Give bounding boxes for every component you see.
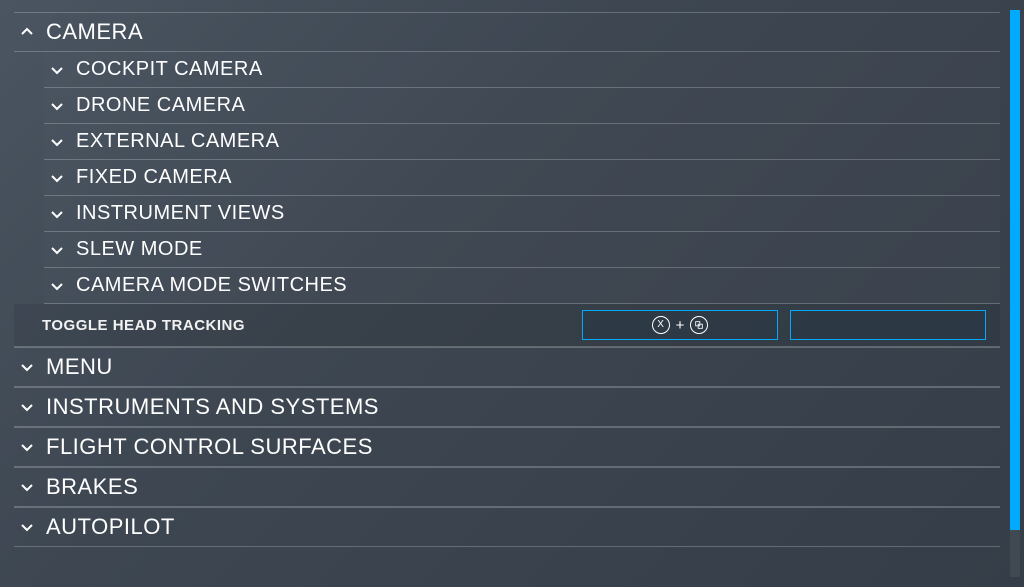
chevron-down-icon: [50, 207, 68, 221]
binding-slots: X +: [582, 310, 986, 340]
section-flight-control: FLIGHT CONTROL SURFACES: [14, 427, 1000, 467]
chevron-down-icon: [20, 440, 38, 454]
section-label: AUTOPILOT: [46, 514, 175, 540]
section-instruments: INSTRUMENTS AND SYSTEMS: [14, 387, 1000, 427]
chevron-down-icon: [50, 243, 68, 257]
section-label: FLIGHT CONTROL SURFACES: [46, 434, 373, 460]
section-label: BRAKES: [46, 474, 138, 500]
sub-label: SLEW MODE: [76, 238, 203, 261]
sub-header-cockpit-camera[interactable]: COCKPIT CAMERA: [44, 52, 1000, 88]
section-header-menu[interactable]: MENU: [14, 348, 1000, 387]
camera-subsections: COCKPIT CAMERA DRONE CAMERA EXTERNAL CAM…: [14, 52, 1000, 304]
section-label: CAMERA: [46, 19, 143, 45]
chevron-down-icon: [50, 171, 68, 185]
section-header-flight-control[interactable]: FLIGHT CONTROL SURFACES: [14, 428, 1000, 467]
sub-header-fixed-camera[interactable]: FIXED CAMERA: [44, 160, 1000, 196]
section-label: INSTRUMENTS AND SYSTEMS: [46, 394, 379, 420]
controls-menu: CAMERA COCKPIT CAMERA DRONE CAMERA EXTER…: [0, 0, 1000, 587]
section-header-brakes[interactable]: BRAKES: [14, 468, 1000, 507]
sub-label: INSTRUMENT VIEWS: [76, 202, 285, 225]
chevron-down-icon: [20, 400, 38, 414]
x-button-icon: X: [652, 316, 670, 334]
scrollbar-thumb[interactable]: [1010, 10, 1020, 530]
sub-label: CAMERA MODE SWITCHES: [76, 274, 347, 297]
chevron-down-icon: [50, 99, 68, 113]
section-label: MENU: [46, 354, 113, 380]
sub-header-instrument-views[interactable]: INSTRUMENT VIEWS: [44, 196, 1000, 232]
chevron-down-icon: [20, 360, 38, 374]
section-autopilot: AUTOPILOT: [14, 507, 1000, 547]
binding-label: TOGGLE HEAD TRACKING: [42, 317, 582, 334]
sub-label: EXTERNAL CAMERA: [76, 130, 279, 153]
binding-row-toggle-head-tracking: TOGGLE HEAD TRACKING X +: [14, 304, 1000, 347]
binding-slot-primary[interactable]: X +: [582, 310, 778, 340]
chevron-down-icon: [20, 520, 38, 534]
chevron-down-icon: [50, 279, 68, 293]
section-header-instruments[interactable]: INSTRUMENTS AND SYSTEMS: [14, 388, 1000, 427]
sub-label: COCKPIT CAMERA: [76, 58, 263, 81]
chevron-down-icon: [50, 63, 68, 77]
chevron-up-icon: [20, 25, 38, 39]
binding-slot-secondary[interactable]: [790, 310, 986, 340]
sub-label: DRONE CAMERA: [76, 94, 245, 117]
sub-header-camera-mode-switches[interactable]: CAMERA MODE SWITCHES: [44, 268, 1000, 304]
sub-label: FIXED CAMERA: [76, 166, 232, 189]
plus-icon: +: [676, 317, 685, 334]
section-header-autopilot[interactable]: AUTOPILOT: [14, 508, 1000, 547]
sub-header-drone-camera[interactable]: DRONE CAMERA: [44, 88, 1000, 124]
view-button-icon: [690, 316, 708, 334]
sub-header-external-camera[interactable]: EXTERNAL CAMERA: [44, 124, 1000, 160]
chevron-down-icon: [50, 135, 68, 149]
section-header-camera[interactable]: CAMERA: [14, 13, 1000, 52]
chevron-down-icon: [20, 480, 38, 494]
sub-header-slew-mode[interactable]: SLEW MODE: [44, 232, 1000, 268]
section-menu: MENU: [14, 347, 1000, 387]
section-camera: CAMERA COCKPIT CAMERA DRONE CAMERA EXTER…: [14, 12, 1000, 347]
section-brakes: BRAKES: [14, 467, 1000, 507]
